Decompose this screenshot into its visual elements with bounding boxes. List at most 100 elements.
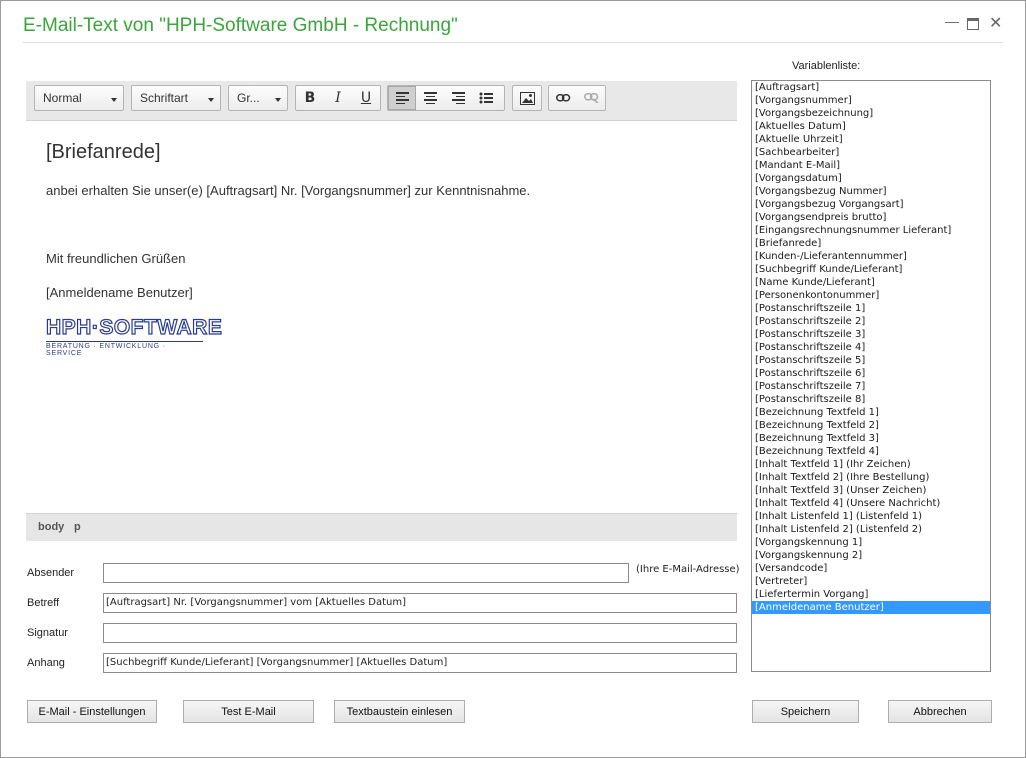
- variable-list-item[interactable]: [Postanschriftszeile 2]: [752, 315, 990, 328]
- variable-list-item[interactable]: [Personenkontonummer]: [752, 289, 990, 302]
- variable-list-item[interactable]: [Postanschriftszeile 5]: [752, 354, 990, 367]
- variable-list-item[interactable]: [Vorgangsbezeichnung]: [752, 107, 990, 120]
- bullet-list-button[interactable]: [472, 86, 500, 110]
- closing-paragraph: Mit freundlichen Grüßen: [46, 251, 186, 266]
- element-path-bar: body p: [26, 513, 737, 541]
- insert-link-button[interactable]: [549, 86, 577, 110]
- align-left-button[interactable]: [388, 86, 416, 110]
- variable-list-item[interactable]: [Versandcode]: [752, 562, 990, 575]
- variable-list-item[interactable]: [Briefanrede]: [752, 237, 990, 250]
- format-dropdown-label: Normal: [43, 91, 82, 105]
- chevron-down-icon: [208, 98, 214, 102]
- variable-list-item[interactable]: [Bezeichnung Textfeld 3]: [752, 432, 990, 445]
- link-icon: [555, 94, 570, 102]
- path-p[interactable]: p: [74, 521, 81, 533]
- editor-content[interactable]: [Briefanrede] anbei erhalten Sie unser(e…: [26, 121, 737, 511]
- variable-list-item[interactable]: [Inhalt Textfeld 4] (Unsere Nachricht): [752, 497, 990, 510]
- variable-list-item[interactable]: [Postanschriftszeile 3]: [752, 328, 990, 341]
- font-dropdown-label: Schriftart: [140, 91, 189, 105]
- variable-list[interactable]: [Auftragsart] [Vorgangsnummer] [Vorgangsbe…: [751, 80, 991, 672]
- align-right-button[interactable]: [444, 86, 472, 110]
- variable-list-item[interactable]: [Inhalt Textfeld 2] (Ihre Bestellung): [752, 471, 990, 484]
- variable-list-item[interactable]: [Kunden-/Lieferantennummer]: [752, 250, 990, 263]
- format-dropdown[interactable]: Normal: [34, 85, 124, 111]
- variable-list-item[interactable]: [Anmeldename Benutzer]: [752, 601, 990, 614]
- email-settings-button[interactable]: E-Mail - Einstellungen: [27, 700, 157, 723]
- image-icon: [519, 91, 535, 105]
- variable-list-item[interactable]: [Postanschriftszeile 6]: [752, 367, 990, 380]
- chevron-down-icon: [275, 98, 281, 102]
- variable-list-item[interactable]: [Aktuelles Datum]: [752, 120, 990, 133]
- save-button[interactable]: Speichern: [752, 700, 859, 723]
- variable-list-item[interactable]: [Vorgangskennung 2]: [752, 549, 990, 562]
- size-dropdown-label: Gr...: [237, 91, 260, 105]
- absender-field[interactable]: [103, 563, 629, 583]
- betreff-label: Betreff: [27, 597, 60, 609]
- signatur-field[interactable]: [103, 623, 737, 643]
- align-right-icon: [451, 90, 465, 106]
- window-title: E-Mail-Text von "HPH-Software GmbH - Rec…: [23, 15, 458, 36]
- absender-hint: (Ihre E-Mail-Adresse): [636, 564, 740, 575]
- dialog-window: E-Mail-Text von "HPH-Software GmbH - Rec…: [0, 0, 1026, 758]
- text-style-group: B I U: [295, 85, 381, 111]
- minimize-icon[interactable]: —: [945, 13, 959, 29]
- font-dropdown[interactable]: Schriftart: [131, 85, 221, 111]
- variable-list-item[interactable]: [Suchbegriff Kunde/Lieferant]: [752, 263, 990, 276]
- align-center-button[interactable]: [416, 86, 444, 110]
- variable-list-item[interactable]: [Vorgangsnummer]: [752, 94, 990, 107]
- absender-label: Absender: [27, 567, 75, 579]
- variable-list-item[interactable]: [Inhalt Listenfeld 1] (Listenfeld 1): [752, 510, 990, 523]
- variable-list-item[interactable]: [Vertreter]: [752, 575, 990, 588]
- italic-button[interactable]: I: [324, 86, 352, 110]
- align-left-icon: [395, 90, 409, 106]
- variable-list-item[interactable]: [Bezeichnung Textfeld 2]: [752, 419, 990, 432]
- company-logo: HPH·SOFTWARE BERATUNG · ENTWICKLUNG · SE…: [45, 316, 223, 357]
- variable-list-item[interactable]: [Eingangsrechnungsnummer Lieferant]: [752, 224, 990, 237]
- cancel-button[interactable]: Abbrechen: [888, 700, 992, 723]
- title-divider: [23, 42, 1003, 43]
- link-group: [548, 85, 606, 111]
- maximize-icon[interactable]: [967, 18, 979, 30]
- betreff-field[interactable]: [Auftragsart] Nr. [Vorgangsnummer] vom […: [103, 593, 737, 613]
- test-email-button[interactable]: Test E-Mail: [183, 700, 314, 723]
- alignment-group: [387, 85, 505, 111]
- image-group: [512, 85, 542, 111]
- variable-list-item[interactable]: [Postanschriftszeile 1]: [752, 302, 990, 315]
- bold-button[interactable]: B: [296, 86, 324, 110]
- editor-toolbar: Normal Schriftart Gr... B I U: [26, 81, 737, 121]
- variable-list-item[interactable]: [Auftragsart]: [752, 81, 990, 94]
- variable-list-item[interactable]: [Vorgangsbezug Nummer]: [752, 185, 990, 198]
- variable-list-item[interactable]: [Inhalt Textfeld 3] (Unser Zeichen): [752, 484, 990, 497]
- insert-image-button[interactable]: [513, 86, 541, 110]
- variable-list-item[interactable]: [Vorgangskennung 1]: [752, 536, 990, 549]
- variable-list-item[interactable]: [Bezeichnung Textfeld 4]: [752, 445, 990, 458]
- variable-list-item[interactable]: [Inhalt Listenfeld 2] (Listenfeld 2): [752, 523, 990, 536]
- close-icon[interactable]: ✕: [989, 13, 1002, 33]
- variable-list-item[interactable]: [Vorgangsdatum]: [752, 172, 990, 185]
- variable-list-item[interactable]: [Sachbearbeiter]: [752, 146, 990, 159]
- chevron-down-icon: [111, 98, 117, 102]
- unlink-icon: [583, 93, 598, 103]
- variable-list-item[interactable]: [Postanschriftszeile 8]: [752, 393, 990, 406]
- size-dropdown[interactable]: Gr...: [228, 85, 288, 111]
- variable-list-item[interactable]: [Aktuelle Uhrzeit]: [752, 133, 990, 146]
- variable-list-item[interactable]: [Postanschriftszeile 7]: [752, 380, 990, 393]
- variable-list-item[interactable]: [Vorgangsendpreis brutto]: [752, 211, 990, 224]
- variable-list-item[interactable]: [Mandant E-Mail]: [752, 159, 990, 172]
- textbaustein-button[interactable]: Textbaustein einlesen: [334, 700, 465, 723]
- logo-wordmark: HPH·SOFTWARE: [45, 316, 223, 339]
- anhang-field[interactable]: [Suchbegriff Kunde/Lieferant] [Vorgangsn…: [103, 653, 737, 673]
- underline-button[interactable]: U: [352, 86, 380, 110]
- variable-list-item[interactable]: [Name Kunde/Lieferant]: [752, 276, 990, 289]
- variable-list-item[interactable]: [Inhalt Textfeld 1] (Ihr Zeichen): [752, 458, 990, 471]
- variable-list-item[interactable]: [Liefertermin Vorgang]: [752, 588, 990, 601]
- html-editor: Normal Schriftart Gr... B I U [Briefanre…: [26, 81, 737, 541]
- variable-list-item[interactable]: [Bezeichnung Textfeld 1]: [752, 406, 990, 419]
- unlink-button[interactable]: [577, 86, 605, 110]
- variable-list-item[interactable]: [Vorgangsbezug Vorgangsart]: [752, 198, 990, 211]
- anhang-label: Anhang: [27, 657, 65, 669]
- variable-list-label: Variablenliste:: [792, 60, 861, 72]
- variable-list-item[interactable]: [Postanschriftszeile 4]: [752, 341, 990, 354]
- path-body[interactable]: body: [38, 521, 64, 533]
- align-center-icon: [423, 90, 437, 106]
